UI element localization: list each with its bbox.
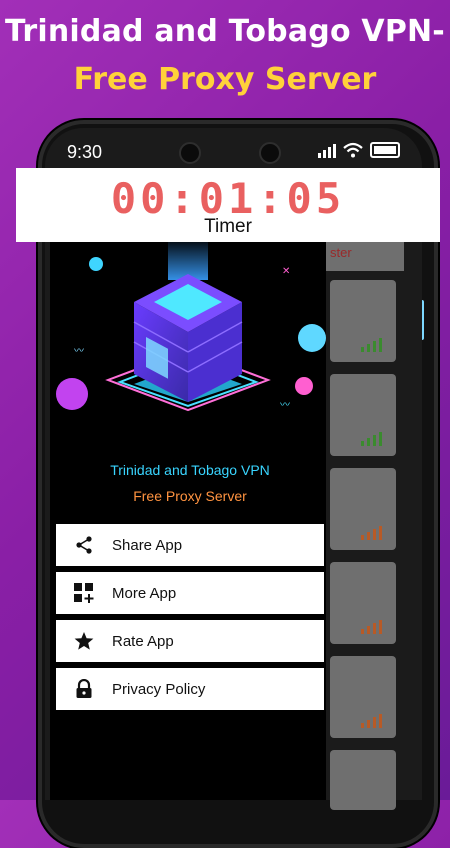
wifi-icon: [343, 142, 363, 158]
status-bar: 9:30: [45, 128, 422, 170]
lock-icon: [56, 679, 112, 699]
signal-strength-icon: [361, 714, 382, 728]
svg-text:〰: 〰: [280, 400, 290, 411]
server-card[interactable]: [330, 562, 396, 644]
menu-item-rate-app[interactable]: Rate App: [56, 620, 324, 662]
menu-item-privacy-policy[interactable]: Privacy Policy: [56, 668, 324, 710]
server-list-header: ster: [324, 241, 404, 271]
menu-item-label: Rate App: [112, 632, 174, 650]
menu-item-label: Privacy Policy: [112, 680, 206, 698]
promo-title-line1: Trinidad and Tobago VPN-: [5, 14, 445, 49]
signal-strength-icon: [361, 526, 382, 540]
signal-strength-icon: [361, 338, 382, 352]
camera-icon: [179, 142, 201, 164]
timer-label: Timer: [204, 216, 252, 237]
drawer-app-subtitle: Free Proxy Server: [133, 488, 247, 504]
grid-plus-icon: [56, 582, 112, 604]
battery-icon: [370, 142, 400, 158]
share-icon: [56, 535, 112, 555]
server-card[interactable]: [330, 468, 396, 550]
menu-item-label: More App: [112, 584, 177, 602]
server-card[interactable]: [330, 280, 396, 362]
signal-strength-icon: [361, 620, 382, 634]
server-list-partial-label: ster: [330, 245, 352, 260]
navigation-drawer: ✕ 〰 〰: [50, 242, 326, 800]
timer-card: 00:01:05 Timer: [16, 168, 440, 242]
server-card[interactable]: [330, 656, 396, 738]
server-illustration: ✕ 〰 〰: [56, 242, 326, 412]
svg-text:✕: ✕: [282, 266, 290, 277]
camera-icon: [259, 142, 281, 164]
menu-item-more-app[interactable]: More App: [56, 572, 324, 614]
star-icon: [56, 631, 112, 651]
drawer-app-title: Trinidad and Tobago VPN: [110, 462, 270, 478]
server-card[interactable]: [330, 374, 396, 456]
menu-item-share-app[interactable]: Share App: [56, 524, 324, 566]
signal-icon: [318, 142, 336, 158]
signal-strength-icon: [361, 432, 382, 446]
menu-item-label: Share App: [112, 536, 183, 554]
server-card[interactable]: [330, 750, 396, 810]
svg-text:〰: 〰: [74, 346, 84, 357]
promo-title-line2: Free Proxy Server: [73, 62, 377, 97]
status-time: 9:30: [67, 142, 103, 162]
